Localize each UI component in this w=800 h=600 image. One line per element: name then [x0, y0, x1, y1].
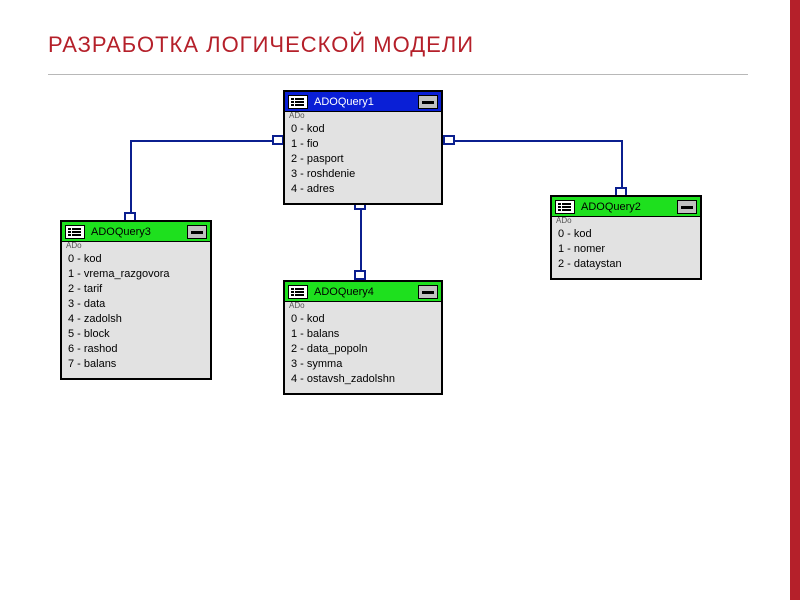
entity-field-row: 0 - kod: [558, 227, 694, 242]
entity-field-row: 6 - rashod: [68, 342, 204, 357]
entity-adoquery1[interactable]: ADOQuery1 ADo 0 - kod1 - fio2 - pasport3…: [283, 90, 443, 205]
entity-title: ADOQuery3: [91, 226, 187, 238]
entity-titlebar[interactable]: ADOQuery3: [62, 222, 210, 242]
entity-fields: 0 - kod1 - balans2 - data_popoln3 - symm…: [285, 310, 441, 393]
entity-sublabel: ADo: [285, 112, 441, 120]
entity-title: ADOQuery4: [314, 286, 418, 298]
connector-q1-q3: [130, 140, 278, 142]
connector-q1-q2: [448, 140, 623, 142]
entity-field-row: 1 - vrema_razgovora: [68, 267, 204, 282]
minimize-icon[interactable]: [418, 285, 438, 299]
entity-title: ADOQuery2: [581, 201, 677, 213]
entity-titlebar[interactable]: ADOQuery2: [552, 197, 700, 217]
entity-adoquery3[interactable]: ADOQuery3 ADo 0 - kod1 - vrema_razgovora…: [60, 220, 212, 380]
connector-q1-q3: [130, 140, 132, 218]
entity-field-row: 3 - data: [68, 297, 204, 312]
entity-field-row: 3 - roshdenie: [291, 167, 435, 182]
entity-field-row: 2 - dataystan: [558, 257, 694, 272]
entity-fields: 0 - kod1 - vrema_razgovora2 - tarif3 - d…: [62, 250, 210, 378]
diagram-canvas: ADOQuery1 ADo 0 - kod1 - fio2 - pasport3…: [0, 0, 800, 600]
entity-field-row: 0 - kod: [68, 252, 204, 267]
entity-fields: 0 - kod1 - nomer2 - dataystan: [552, 225, 700, 278]
entity-field-row: 2 - pasport: [291, 152, 435, 167]
entity-field-row: 1 - balans: [291, 327, 435, 342]
list-icon: [555, 200, 575, 214]
connector-q1-q2: [621, 140, 623, 193]
entity-titlebar[interactable]: ADOQuery4: [285, 282, 441, 302]
entity-adoquery2[interactable]: ADOQuery2 ADo 0 - kod1 - nomer2 - datays…: [550, 195, 702, 280]
connector-q1-q4: [360, 200, 362, 278]
list-icon: [288, 95, 308, 109]
entity-fields: 0 - kod1 - fio2 - pasport3 - roshdenie4 …: [285, 120, 441, 203]
entity-field-row: 2 - tarif: [68, 282, 204, 297]
connector-port: [443, 135, 455, 145]
entity-field-row: 2 - data_popoln: [291, 342, 435, 357]
entity-sublabel: ADo: [62, 242, 210, 250]
entity-title: ADOQuery1: [314, 96, 418, 108]
entity-titlebar[interactable]: ADOQuery1: [285, 92, 441, 112]
entity-field-row: 0 - kod: [291, 312, 435, 327]
entity-field-row: 4 - zadolsh: [68, 312, 204, 327]
entity-field-row: 4 - adres: [291, 182, 435, 197]
entity-field-row: 4 - ostavsh_zadolshn: [291, 372, 435, 387]
connector-port: [354, 270, 366, 280]
entity-field-row: 5 - block: [68, 327, 204, 342]
entity-field-row: 3 - symma: [291, 357, 435, 372]
entity-field-row: 1 - nomer: [558, 242, 694, 257]
minimize-icon[interactable]: [418, 95, 438, 109]
entity-field-row: 1 - fio: [291, 137, 435, 152]
minimize-icon[interactable]: [187, 225, 207, 239]
entity-sublabel: ADo: [285, 302, 441, 310]
list-icon: [65, 225, 85, 239]
entity-sublabel: ADo: [552, 217, 700, 225]
list-icon: [288, 285, 308, 299]
entity-field-row: 0 - kod: [291, 122, 435, 137]
entity-field-row: 7 - balans: [68, 357, 204, 372]
entity-adoquery4[interactable]: ADOQuery4 ADo 0 - kod1 - balans2 - data_…: [283, 280, 443, 395]
minimize-icon[interactable]: [677, 200, 697, 214]
